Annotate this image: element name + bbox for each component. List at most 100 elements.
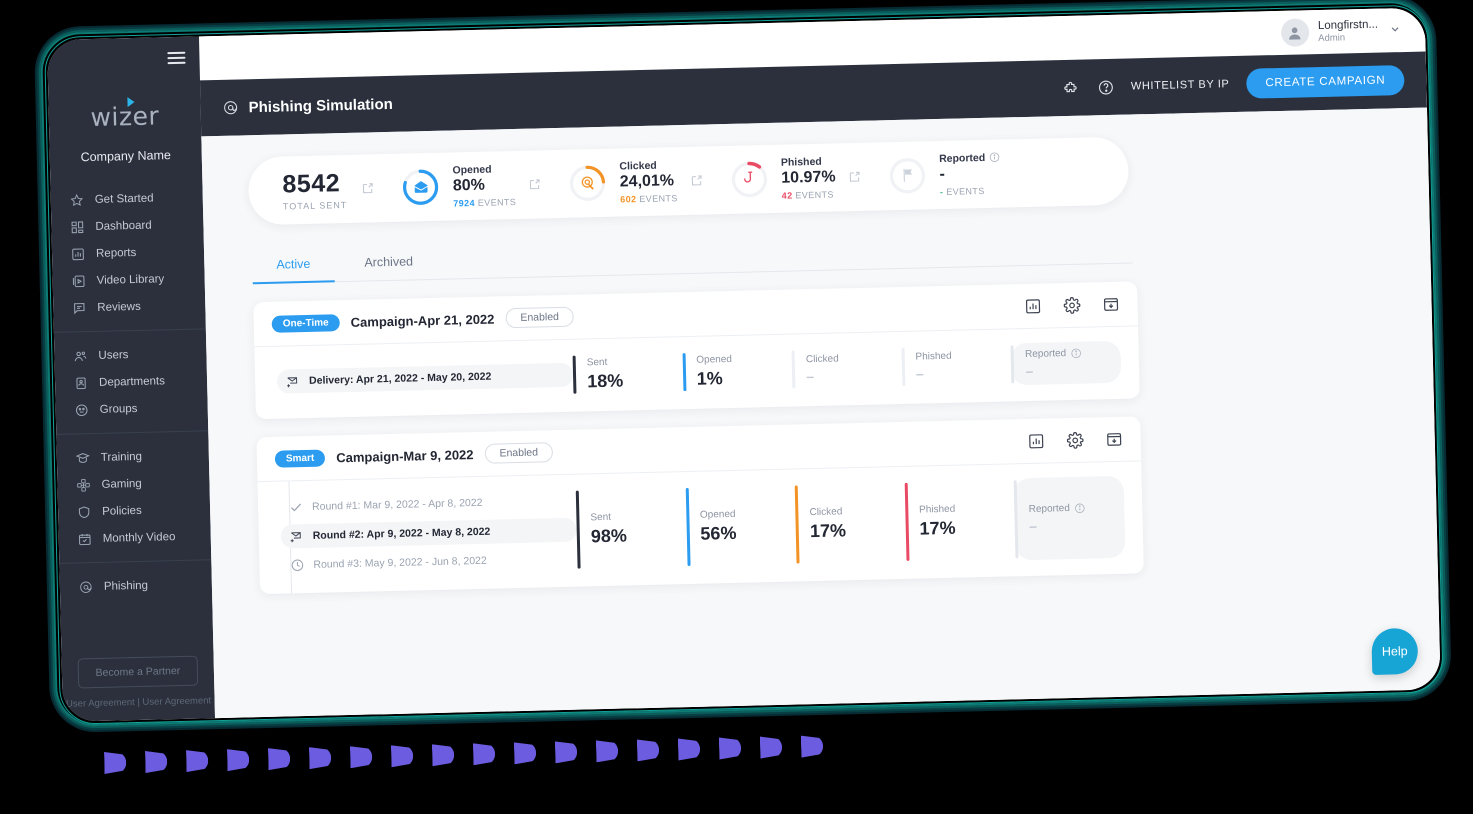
delivery-row[interactable]: Delivery: Apr 21, 2022 - May 20, 2022: [276, 362, 574, 394]
metric-value: 17%: [809, 519, 847, 541]
decorative-dot: [350, 746, 373, 769]
metric-phished: Phished 17%: [904, 478, 1015, 563]
decorative-dot: [186, 750, 209, 773]
open-external-icon[interactable]: [528, 177, 542, 191]
metric-value: –: [915, 365, 924, 382]
become-a-partner-button[interactable]: Become a Partner: [77, 655, 199, 689]
sidebar-item-dashboard[interactable]: Dashboard: [51, 210, 204, 241]
help-circle-icon[interactable]: [1097, 78, 1114, 95]
sidebar-item-video-library[interactable]: Video Library: [52, 264, 205, 295]
users-icon: [72, 348, 87, 363]
company-name: Company Name: [80, 148, 172, 165]
whitelist-by-ip-button[interactable]: WHITELIST BY IP: [1131, 78, 1230, 92]
clicked-value: 24,01%: [619, 172, 675, 191]
sidebar-item-reports[interactable]: Reports: [52, 237, 205, 268]
main-area: Longfirstn... Admin Phishing Simulation: [198, 7, 1441, 719]
dashboard-icon: [69, 219, 84, 234]
envelope-send-icon: [286, 374, 300, 388]
chevron-down-icon[interactable]: [1389, 23, 1401, 38]
device-frame: wizer Company Name Get Started Dashboard: [39, 0, 1446, 727]
user-agreement-links[interactable]: User Agreement | User Agreement: [63, 695, 215, 722]
graduation-cap-icon: [75, 450, 90, 465]
user-menu[interactable]: Longfirstn... Admin: [1280, 16, 1402, 47]
sidebar-item-users[interactable]: Users: [54, 339, 207, 370]
sidebar-item-training[interactable]: Training: [57, 441, 210, 472]
sidebar-item-groups[interactable]: Groups: [55, 393, 208, 424]
sidebar-item-gaming[interactable]: Gaming: [57, 468, 210, 499]
tab-active[interactable]: Active: [251, 247, 335, 285]
check-icon: [289, 500, 303, 514]
tab-archived[interactable]: Archived: [340, 245, 437, 281]
create-campaign-button[interactable]: CREATE CAMPAIGN: [1246, 65, 1405, 99]
brand-name: wizer: [90, 101, 160, 132]
reviews-icon: [71, 300, 86, 315]
report-chart-icon[interactable]: [1028, 432, 1045, 449]
metric-label: Phished: [915, 350, 952, 363]
open-external-icon[interactable]: [689, 174, 703, 188]
total-sent-value: 8542: [282, 168, 341, 198]
open-external-icon[interactable]: [847, 170, 861, 184]
round-label: Round #1: Mar 9, 2022 - Apr 8, 2022: [311, 496, 483, 513]
decorative-dot: [227, 749, 250, 772]
gear-icon[interactable]: [1066, 431, 1084, 449]
page-title-text: Phishing Simulation: [248, 95, 393, 116]
metric-value: 98%: [590, 524, 628, 546]
info-icon[interactable]: [1074, 503, 1085, 514]
shield-icon: [76, 504, 91, 519]
archive-icon[interactable]: [1102, 295, 1119, 312]
sidebar-item-label: Reports: [95, 246, 137, 260]
help-button[interactable]: Help: [1371, 627, 1419, 675]
stat-total-sent: 8542 TOTAL SENT: [282, 168, 375, 211]
metric-sent: Sent 18%: [572, 351, 684, 396]
user-role: Admin: [1318, 32, 1346, 45]
sidebar-item-policies[interactable]: Policies: [58, 495, 211, 526]
round-row[interactable]: Round #1: Mar 9, 2022 - Apr 8, 2022: [280, 489, 576, 520]
gear-icon[interactable]: [1063, 296, 1081, 314]
info-icon[interactable]: [1070, 348, 1081, 359]
stat-reported: Reported - - EVENTS: [887, 151, 1001, 199]
reported-label-text: Reported: [939, 151, 986, 165]
sidebar-item-monthly-video[interactable]: Monthly Video: [58, 522, 211, 553]
sidebar-item-phishing[interactable]: Phishing: [60, 570, 213, 601]
sidebar-item-reviews[interactable]: Reviews: [53, 291, 206, 322]
decorative-dot: [596, 740, 619, 763]
clicked-donut-chart: [567, 163, 608, 204]
clicked-label: Clicked: [619, 159, 657, 173]
round-row[interactable]: Round #3: May 9, 2022 - Jun 8, 2022: [281, 547, 577, 578]
sidebar-header: [47, 36, 200, 82]
puzzle-piece-icon[interactable]: [1063, 79, 1080, 96]
decorative-dot: [104, 751, 127, 774]
total-sent-label: TOTAL SENT: [282, 199, 348, 211]
campaign-name: Campaign-Mar 9, 2022: [336, 446, 474, 465]
status-badge[interactable]: Enabled: [484, 442, 554, 464]
sidebar-item-get-started[interactable]: Get Started: [50, 183, 203, 214]
campaign-type-badge: Smart: [274, 449, 326, 468]
sidebar-item-label: Dashboard: [95, 219, 152, 233]
report-chart-icon[interactable]: [1024, 297, 1041, 314]
metric-bar: [572, 355, 577, 394]
info-icon[interactable]: [989, 152, 1000, 163]
sidebar-item-departments[interactable]: Departments: [55, 366, 208, 397]
decorative-dot: [678, 738, 701, 761]
user-name: Longfirstn...: [1317, 18, 1379, 32]
decorative-dot: [432, 744, 455, 767]
open-external-icon[interactable]: [361, 181, 375, 195]
metric-phished: Phished –: [901, 343, 1012, 388]
sidebar-item-label: Reviews: [97, 300, 141, 314]
archive-icon[interactable]: [1105, 430, 1122, 447]
round-row-current[interactable]: Round #2: Apr 9, 2022 - May 8, 2022: [280, 517, 577, 549]
decorative-dot: [555, 741, 578, 764]
metric-label-text: Reported: [1024, 348, 1067, 361]
metric-opened: Opened 1%: [682, 349, 793, 394]
report-chart-icon: [70, 246, 85, 261]
hamburger-menu-icon[interactable]: [167, 49, 186, 67]
sidebar-item-label: Users: [98, 348, 129, 362]
events-label: EVENTS: [639, 192, 678, 204]
metric-label: Sent: [586, 356, 608, 368]
sidebar-group-1: Get Started Dashboard Reports Video Libr…: [50, 177, 205, 328]
sidebar-item-label: Monthly Video: [102, 530, 176, 545]
status-badge[interactable]: Enabled: [505, 306, 575, 329]
